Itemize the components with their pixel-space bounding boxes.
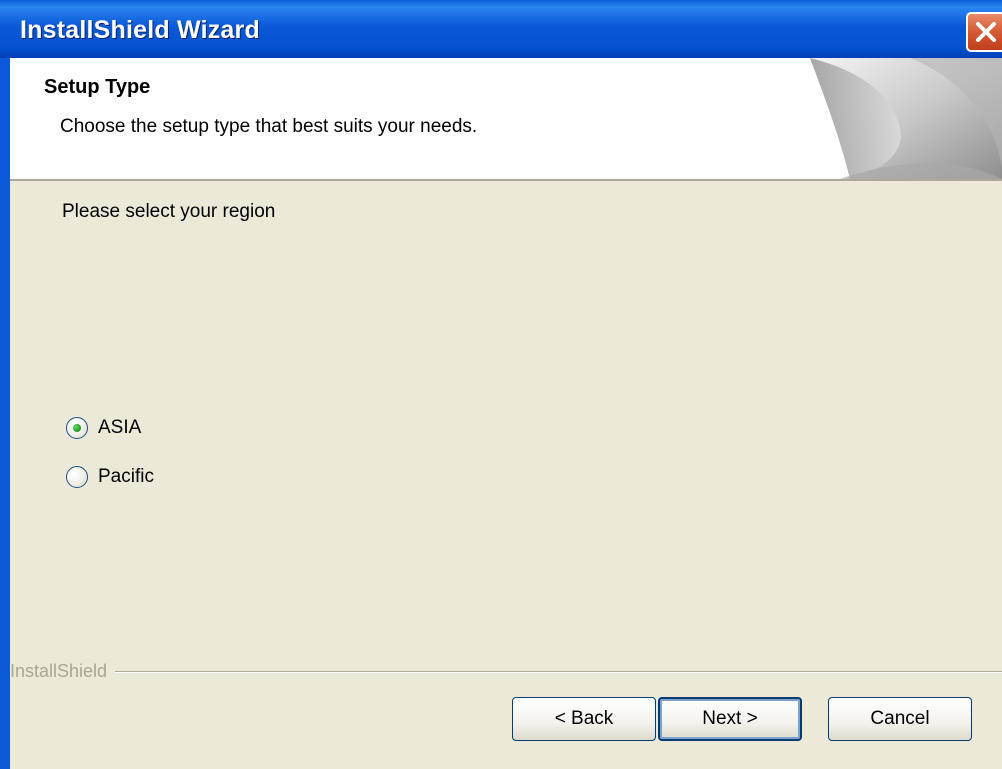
radio-button-asia[interactable] [66, 417, 88, 439]
page-description: Choose the setup type that best suits yo… [60, 116, 478, 137]
radio-label-asia: ASIA [98, 417, 142, 438]
radio-button-pacific[interactable] [66, 466, 88, 488]
wizard-header: Setup Type Choose the setup type that be… [10, 58, 1002, 179]
radio-option-asia[interactable]: ASIA [66, 417, 141, 439]
page-title: Setup Type [44, 76, 151, 98]
installshield-branding: InstallShield [10, 661, 1002, 682]
close-icon [976, 22, 996, 42]
next-button[interactable]: Next > [658, 697, 802, 741]
brand-label: InstallShield [10, 661, 116, 682]
back-button[interactable]: < Back [512, 697, 656, 741]
window-title: InstallShield Wizard [20, 16, 260, 44]
window-frame-left [0, 58, 10, 769]
radio-option-pacific[interactable]: Pacific [66, 466, 154, 488]
wizard-content: Please select your region ASIA Pacific I… [10, 181, 1002, 769]
radio-label-pacific: Pacific [98, 466, 154, 487]
close-button[interactable] [966, 12, 1002, 52]
installshield-window: InstallShield Wizard Setup Type Choose t… [0, 0, 1002, 769]
page-curl-graphic [810, 58, 1002, 179]
cancel-button[interactable]: Cancel [828, 697, 972, 741]
region-prompt: Please select your region [62, 201, 276, 222]
title-bar: InstallShield Wizard [0, 0, 1002, 58]
brand-divider [10, 671, 1002, 673]
